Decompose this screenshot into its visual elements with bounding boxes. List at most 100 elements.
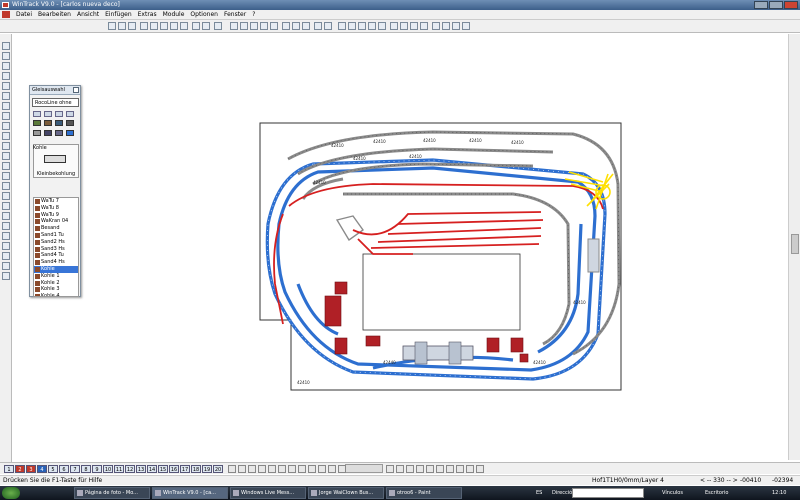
toolbar-button-icon[interactable] [442, 22, 450, 30]
toolbar-button-icon[interactable] [368, 22, 376, 30]
track-plan[interactable]: 42410 42410 42410 42410 42410 42410 4241… [13, 34, 787, 460]
part-list-item[interactable]: Sand1 Tu [34, 232, 78, 239]
toolbar-button-icon[interactable] [202, 22, 210, 30]
toolbar-button-icon[interactable] [390, 22, 398, 30]
bridge-icon[interactable] [55, 130, 63, 136]
track-system-select[interactable]: RocoLine ohne [32, 98, 79, 107]
layer-button[interactable]: 8 [81, 465, 91, 473]
document-icon[interactable] [2, 11, 10, 18]
toolbar-button-icon[interactable] [270, 22, 278, 30]
tool-button-icon[interactable] [2, 72, 10, 80]
menu-extras[interactable]: Extras [135, 10, 160, 20]
toolbar-button-icon[interactable] [324, 22, 332, 30]
part-list-item[interactable]: WaTu 9 [34, 212, 78, 219]
scroll-thumb[interactable] [791, 234, 799, 254]
toolbar-button-icon[interactable] [420, 22, 428, 30]
tool-button-icon[interactable] [2, 222, 10, 230]
tool-button-icon[interactable] [2, 242, 10, 250]
layer-tool-icon[interactable] [238, 465, 246, 473]
navigation-icon[interactable] [416, 465, 424, 473]
curve-track-icon[interactable] [44, 111, 52, 117]
layer-button[interactable]: 11 [114, 465, 124, 473]
tool-button-icon[interactable] [2, 92, 10, 100]
layer-button[interactable]: 13 [136, 465, 146, 473]
layer-button[interactable]: 19 [202, 465, 212, 473]
menu-ansicht[interactable]: Ansicht [74, 10, 102, 20]
tool-button-icon[interactable] [2, 252, 10, 260]
toolbar-button-icon[interactable] [214, 22, 222, 30]
layer-button[interactable]: 16 [169, 465, 179, 473]
navigation-icon[interactable] [386, 465, 394, 473]
layer-button[interactable]: 2 [15, 465, 25, 473]
layer-button[interactable]: 1 [4, 465, 14, 473]
taskbar-item[interactable]: WinTrack V9.0 - [ca... [152, 487, 228, 499]
vertical-scrollbar[interactable] [788, 34, 800, 460]
menu-optionen[interactable]: Optionen [187, 10, 221, 20]
tunnel-icon[interactable] [44, 130, 52, 136]
tool-button-icon[interactable] [2, 202, 10, 210]
layer-button[interactable]: 6 [59, 465, 69, 473]
toolbar-button-icon[interactable] [260, 22, 268, 30]
part-list-item[interactable]: Sand2 Hs [34, 239, 78, 246]
toolbar-button-icon[interactable] [240, 22, 248, 30]
straight-track-icon[interactable] [33, 111, 41, 117]
layer-tool-icon[interactable] [278, 465, 286, 473]
layer-button[interactable]: 17 [180, 465, 190, 473]
part-list-item[interactable]: WaTu 8 [34, 205, 78, 212]
part-list-item[interactable]: Kohle 2 [34, 280, 78, 287]
part-list-item[interactable]: Sand4 Tu [34, 252, 78, 259]
layer-button[interactable]: 15 [158, 465, 168, 473]
part-list-item[interactable]: Sand3 Hs [34, 246, 78, 253]
tool-button-icon[interactable] [2, 112, 10, 120]
toolbar-button-icon[interactable] [170, 22, 178, 30]
toolbar-button-icon[interactable] [250, 22, 258, 30]
layer-tool-icon[interactable] [228, 465, 236, 473]
toolbar-button-icon[interactable] [338, 22, 346, 30]
toolbar-button-icon[interactable] [348, 22, 356, 30]
layer-button[interactable]: 3 [26, 465, 36, 473]
toolbar-button-icon[interactable] [118, 22, 126, 30]
start-button[interactable] [2, 487, 20, 499]
taskbar-item[interactable]: Windows Live Mess... [230, 487, 306, 499]
toolbar-button-icon[interactable] [452, 22, 460, 30]
layer-tool-icon[interactable] [288, 465, 296, 473]
menu-bearbeiten[interactable]: Bearbeiten [35, 10, 74, 20]
toolbar-button-icon[interactable] [462, 22, 470, 30]
toolbar-button-icon[interactable] [128, 22, 136, 30]
toolbar-button-icon[interactable] [314, 22, 322, 30]
layer-tool-icon[interactable] [318, 465, 326, 473]
3d-view-icon[interactable] [66, 130, 74, 136]
switch-track-icon[interactable] [55, 111, 63, 117]
layer-button[interactable]: 9 [92, 465, 102, 473]
toolbar-button-icon[interactable] [302, 22, 310, 30]
navigation-icon[interactable] [476, 465, 484, 473]
tool-button-icon[interactable] [2, 172, 10, 180]
taskbar-item[interactable]: otroo6 - Paint [386, 487, 462, 499]
part-list-item[interactable]: Besand [34, 225, 78, 232]
track-selection-panel[interactable]: Gleisauswahl RocoLine ohne Kohle Kleinbe… [29, 85, 81, 297]
layer-button[interactable]: 10 [103, 465, 113, 473]
layer-tool-icon[interactable] [328, 465, 336, 473]
layer-button[interactable]: 4 [37, 465, 47, 473]
toolbar-button-icon[interactable] [432, 22, 440, 30]
desktop-toolbar[interactable]: Escritorio [705, 486, 728, 500]
scenery-icon[interactable] [33, 120, 41, 126]
navigation-icon[interactable] [456, 465, 464, 473]
part-list-item[interactable]: Kohle 4 [34, 293, 78, 296]
toolbar-button-icon[interactable] [230, 22, 238, 30]
toolbar-button-icon[interactable] [108, 22, 116, 30]
toolbar-button-icon[interactable] [282, 22, 290, 30]
part-list-item[interactable]: Sand4 Hs [34, 259, 78, 266]
toolbar-button-icon[interactable] [150, 22, 158, 30]
navigation-icon[interactable] [426, 465, 434, 473]
layer-button[interactable]: 18 [191, 465, 201, 473]
toolbar-button-icon[interactable] [410, 22, 418, 30]
menu-module[interactable]: Module [160, 10, 188, 20]
menu-help[interactable]: ? [249, 10, 258, 20]
toolbar-button-icon[interactable] [378, 22, 386, 30]
building-icon[interactable] [44, 120, 52, 126]
layer-tool-icon[interactable] [268, 465, 276, 473]
layout-canvas[interactable]: 42410 42410 42410 42410 42410 42410 4241… [13, 34, 787, 460]
signal-icon[interactable] [66, 120, 74, 126]
layer-button[interactable]: 5 [48, 465, 58, 473]
